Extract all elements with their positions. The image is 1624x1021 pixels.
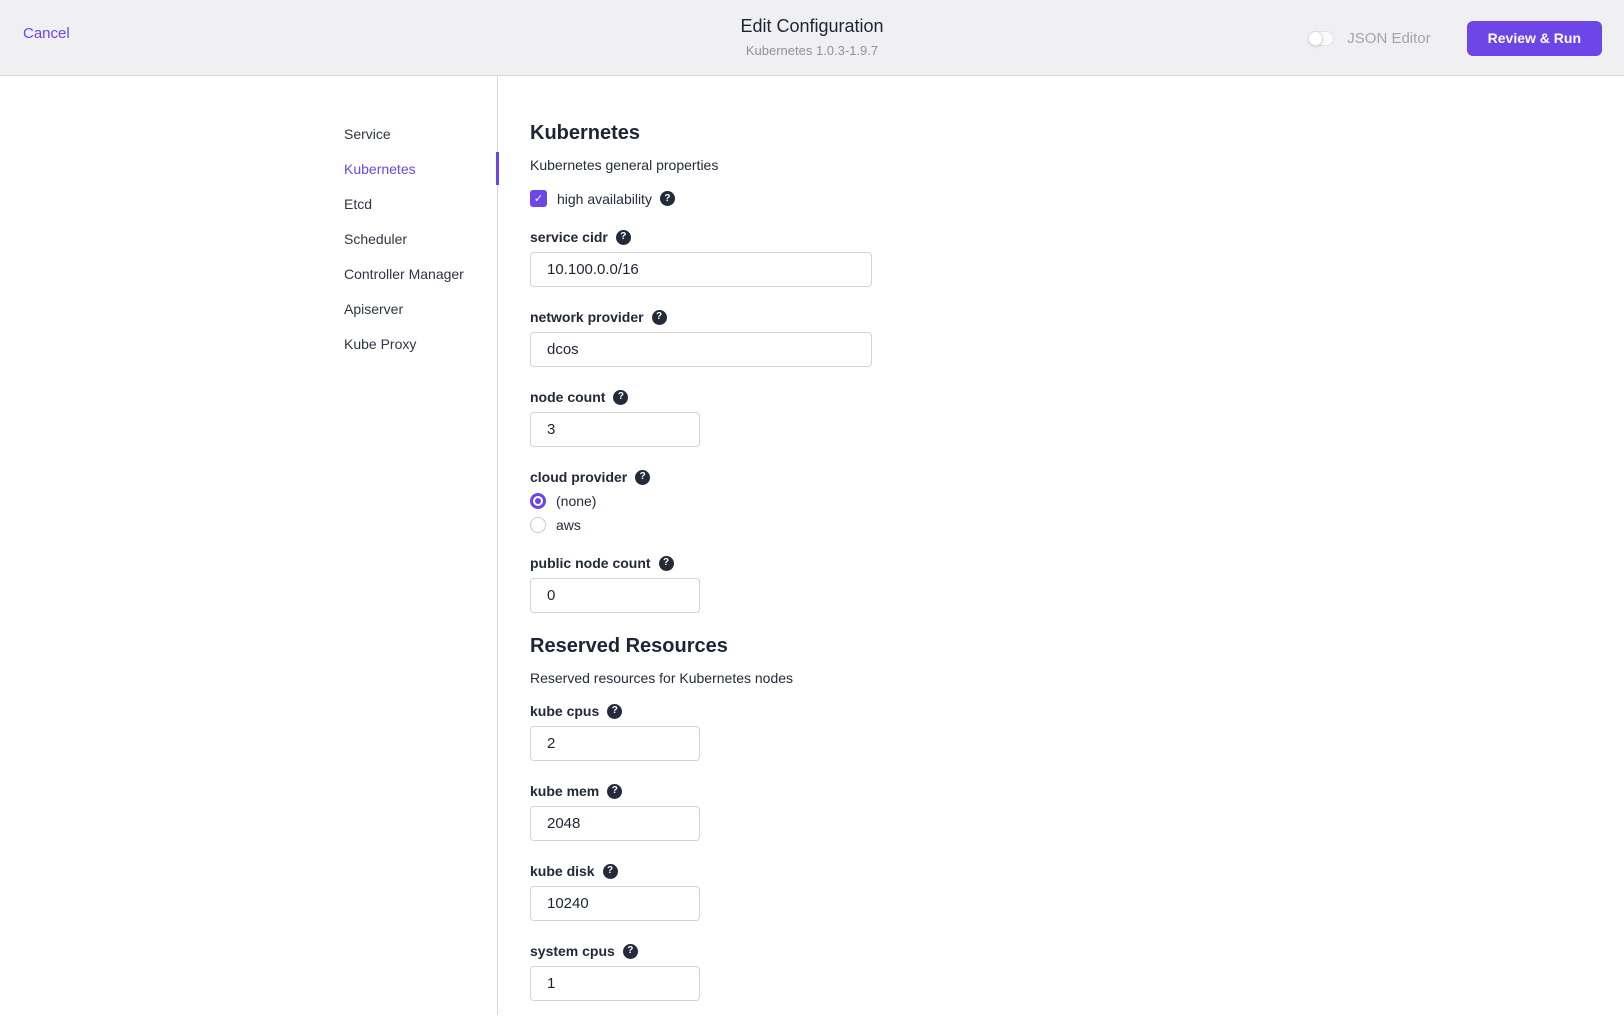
sidebar-item-label: Kube Proxy: [344, 335, 417, 352]
field-label-text: kube disk: [530, 863, 595, 879]
kube-disk-input[interactable]: [530, 886, 700, 921]
header-title-block: Edit Configuration Kubernetes 1.0.3-1.9.…: [612, 15, 1012, 58]
sidebar-item-label: Kubernetes: [344, 160, 416, 177]
json-editor-toggle[interactable]: [1308, 30, 1335, 46]
active-item-indicator: [496, 152, 499, 185]
check-icon: ✓: [533, 193, 544, 205]
cloud-provider-option-aws[interactable]: aws: [530, 517, 1150, 533]
field-label-text: system cpus: [530, 943, 615, 959]
field-label: kube mem ?: [530, 783, 1150, 799]
config-nav: Service Kubernetes Etcd Scheduler Contro…: [344, 116, 499, 361]
package-version-subtitle: Kubernetes 1.0.3-1.9.7: [745, 43, 879, 58]
field-label-text: kube mem: [530, 783, 600, 799]
header: Cancel Edit Configuration Kubernetes 1.0…: [0, 0, 1624, 76]
system-cpus-field: system cpus ?: [530, 943, 1150, 1001]
field-label-text: public node count: [530, 555, 651, 571]
field-label: system cpus ?: [530, 943, 1150, 959]
header-actions: JSON Editor Review & Run: [1308, 0, 1602, 76]
radio-option-label: (none): [556, 493, 597, 509]
help-icon[interactable]: ?: [602, 863, 618, 879]
high-availability-checkbox[interactable]: ✓: [530, 190, 547, 207]
config-form: Kubernetes Kubernetes general properties…: [530, 76, 1150, 1001]
service-cidr-input[interactable]: [530, 252, 872, 287]
help-icon[interactable]: ?: [658, 555, 674, 571]
help-icon[interactable]: ?: [651, 309, 667, 325]
sidebar-item-controller-manager[interactable]: Controller Manager: [344, 256, 497, 291]
help-icon[interactable]: ?: [635, 469, 651, 485]
sidebar-item-kubernetes[interactable]: Kubernetes: [344, 151, 499, 186]
field-label: node count ?: [530, 389, 1150, 405]
field-label-text: cloud provider: [530, 469, 628, 485]
field-label-text: kube cpus: [530, 703, 600, 719]
system-cpus-input[interactable]: [530, 966, 700, 1001]
service-cidr-field: service cidr ?: [530, 229, 1150, 287]
field-label: public node count ?: [530, 555, 1150, 571]
section-title-kubernetes: Kubernetes: [530, 122, 641, 144]
review-and-run-button[interactable]: Review & Run: [1466, 20, 1602, 56]
config-sidebar: Service Kubernetes Etcd Scheduler Contro…: [0, 76, 499, 1015]
sidebar-item-service[interactable]: Service: [344, 116, 497, 151]
public-node-count-field: public node count ?: [530, 555, 1150, 613]
help-icon[interactable]: ?: [613, 389, 629, 405]
help-icon[interactable]: ?: [607, 783, 623, 799]
high-availability-label: high availability: [557, 190, 652, 207]
field-label: service cidr ?: [530, 229, 1150, 245]
field-label: kube disk ?: [530, 863, 1150, 879]
radio-selected-icon[interactable]: [530, 493, 546, 509]
sidebar-item-label: Apiserver: [344, 300, 404, 317]
field-label: network provider ?: [530, 309, 1150, 325]
help-icon[interactable]: ?: [607, 703, 623, 719]
section-title-reserved-resources: Reserved Resources: [530, 635, 728, 657]
help-icon[interactable]: ?: [615, 229, 631, 245]
public-node-count-input[interactable]: [530, 578, 700, 613]
section-description: Kubernetes general properties: [530, 157, 719, 173]
json-editor-toggle-label: JSON Editor: [1347, 29, 1431, 47]
sidebar-item-label: Scheduler: [344, 230, 408, 247]
sidebar-item-scheduler[interactable]: Scheduler: [344, 221, 497, 256]
field-label-text: node count: [530, 389, 606, 405]
field-label-text: network provider: [530, 309, 644, 325]
kube-mem-input[interactable]: [530, 806, 700, 841]
node-count-field: node count ?: [530, 389, 1150, 447]
network-provider-field: network provider ?: [530, 309, 1150, 367]
sidebar-item-kube-proxy[interactable]: Kube Proxy: [344, 326, 497, 361]
kube-mem-field: kube mem ?: [530, 783, 1150, 841]
cloud-provider-field: cloud provider ? (none) aws: [530, 469, 1150, 533]
cancel-button[interactable]: Cancel: [23, 25, 70, 42]
kube-cpus-field: kube cpus ?: [530, 703, 1150, 761]
sidebar-item-etcd[interactable]: Etcd: [344, 186, 497, 221]
section-description: Reserved resources for Kubernetes nodes: [530, 670, 794, 686]
page-title: Edit Configuration: [740, 16, 884, 36]
high-availability-row: ✓ high availability ?: [530, 190, 1150, 207]
radio-unselected-icon[interactable]: [530, 517, 546, 533]
field-label: cloud provider ?: [530, 469, 1150, 485]
sidebar-item-label: Controller Manager: [344, 265, 464, 282]
field-label-text: service cidr: [530, 229, 608, 245]
help-icon[interactable]: ?: [659, 191, 675, 206]
field-label: kube cpus ?: [530, 703, 1150, 719]
kube-disk-field: kube disk ?: [530, 863, 1150, 921]
kube-cpus-input[interactable]: [530, 726, 700, 761]
radio-option-label: aws: [556, 517, 581, 533]
sidebar-item-label: Etcd: [344, 195, 373, 212]
edit-configuration-modal: Cancel Edit Configuration Kubernetes 1.0…: [0, 0, 1624, 1021]
cloud-provider-option-none[interactable]: (none): [530, 493, 1150, 509]
node-count-input[interactable]: [530, 412, 700, 447]
sidebar-item-label: Service: [344, 125, 391, 142]
toggle-knob-icon: [1308, 30, 1324, 46]
help-icon[interactable]: ?: [622, 943, 638, 959]
network-provider-input[interactable]: [530, 332, 872, 367]
sidebar-item-apiserver[interactable]: Apiserver: [344, 291, 497, 326]
